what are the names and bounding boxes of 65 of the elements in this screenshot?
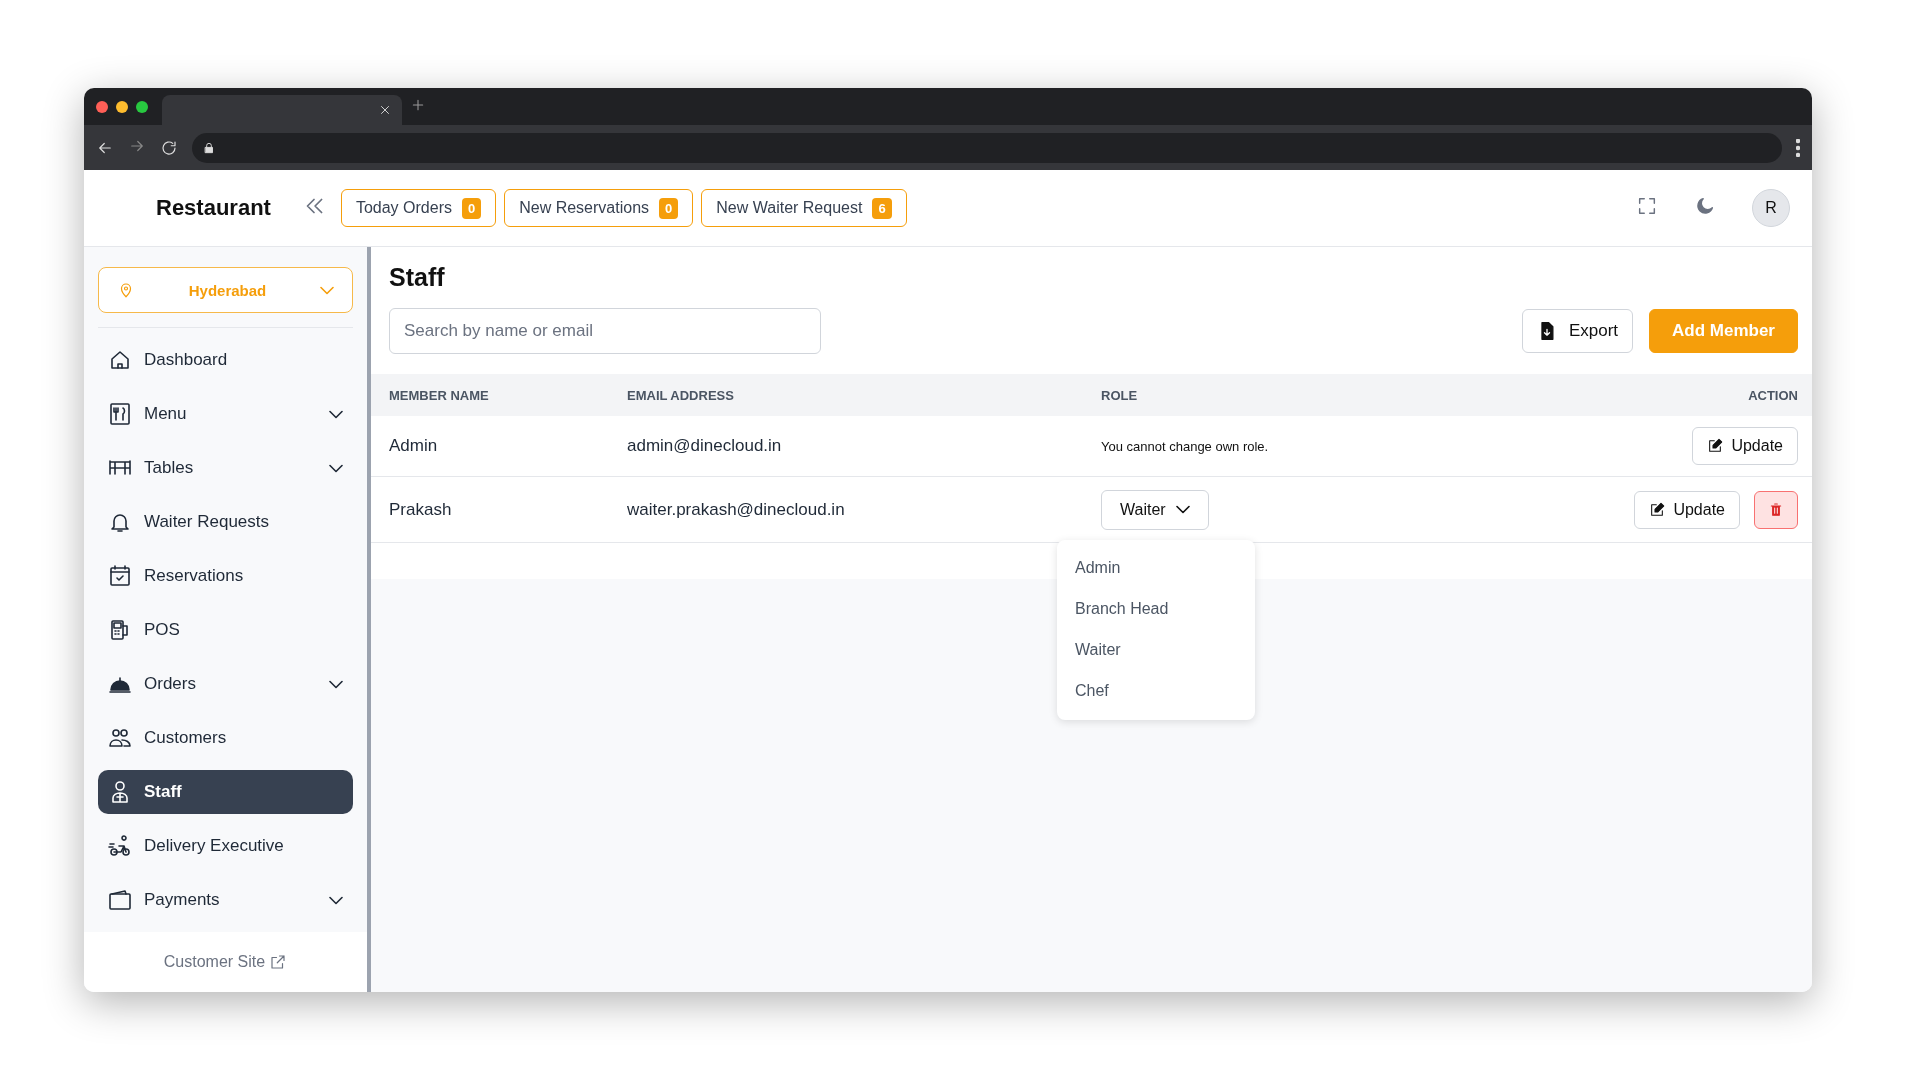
delete-button[interactable] bbox=[1754, 490, 1798, 529]
count-badge: 0 bbox=[659, 197, 679, 219]
moon-icon bbox=[1694, 195, 1716, 217]
count-badge: 0 bbox=[461, 197, 482, 219]
role-option[interactable]: Chef bbox=[1057, 670, 1255, 712]
update-button[interactable]: Update bbox=[1634, 490, 1740, 529]
search-field[interactable]: Search by name or email bbox=[389, 308, 821, 354]
sidebar-item[interactable]: Staff bbox=[98, 770, 353, 814]
edit-icon bbox=[1649, 501, 1666, 518]
calendar-icon bbox=[108, 564, 132, 588]
sidebar-item[interactable]: Tables bbox=[98, 446, 353, 490]
table-cell: Prakash bbox=[389, 499, 452, 519]
role-dropdown[interactable]: Waiter bbox=[1101, 489, 1209, 530]
role-note: You cannot change own role. bbox=[1101, 439, 1269, 454]
external-link-icon bbox=[269, 953, 288, 971]
app-title: Restaurant bbox=[156, 195, 271, 221]
notification-button[interactable]: New Reservations 0 bbox=[504, 189, 694, 227]
role-option[interactable]: Admin bbox=[1057, 547, 1255, 589]
column-header: MEMBER NAME bbox=[389, 387, 489, 403]
maximize-window-dot[interactable] bbox=[136, 100, 148, 113]
scooter-rider-icon bbox=[108, 834, 132, 858]
sidebar-item[interactable]: Orders bbox=[98, 662, 353, 706]
sidebar-item[interactable]: Customers bbox=[98, 716, 353, 760]
count-badge: 6 bbox=[872, 197, 892, 219]
people-icon bbox=[108, 726, 132, 750]
export-button[interactable]: Export bbox=[1521, 309, 1634, 353]
wallet-icon bbox=[108, 888, 132, 912]
notification-button[interactable]: Today Orders 0 bbox=[340, 189, 497, 227]
role-option[interactable]: Branch Head bbox=[1057, 588, 1255, 630]
home-icon bbox=[108, 348, 132, 372]
lock-icon bbox=[202, 140, 216, 155]
table-cell: waiter.prakash@dinecloud.in bbox=[627, 499, 845, 519]
page-title: Staff bbox=[389, 263, 446, 292]
chevron-down-icon bbox=[320, 285, 334, 295]
role-option[interactable]: Waiter bbox=[1057, 629, 1255, 671]
chevron-down-icon bbox=[329, 463, 343, 473]
sidebar-item[interactable]: Waiter Requests bbox=[98, 500, 353, 544]
sidebar-item[interactable]: Menu bbox=[98, 392, 353, 436]
table-cell: admin@dinecloud.in bbox=[627, 436, 782, 455]
customer-site-link[interactable]: Customer Site bbox=[163, 953, 288, 971]
close-window-dot[interactable] bbox=[96, 100, 108, 113]
column-header: ROLE bbox=[1101, 387, 1138, 403]
sidebar-item[interactable]: Reservations bbox=[98, 554, 353, 598]
trash-icon bbox=[1768, 501, 1784, 518]
user-avatar[interactable]: R bbox=[1752, 189, 1790, 227]
more-icon bbox=[1796, 138, 1800, 157]
edit-icon bbox=[1707, 438, 1724, 454]
minimize-window-dot[interactable] bbox=[116, 100, 128, 113]
sidebar-item[interactable]: Payments bbox=[98, 878, 353, 922]
fork-knife-icon bbox=[108, 402, 132, 426]
update-button[interactable]: Update bbox=[1692, 427, 1798, 465]
close-icon bbox=[378, 103, 392, 117]
chevron-down-icon bbox=[1175, 505, 1190, 514]
sidebar-item[interactable]: POS bbox=[98, 608, 353, 652]
chevron-down-icon bbox=[329, 679, 343, 689]
table-cell: Admin bbox=[389, 436, 438, 455]
notification-button[interactable]: New Waiter Request 6 bbox=[701, 189, 907, 227]
chevron-down-icon bbox=[329, 409, 343, 419]
reload-icon bbox=[160, 138, 178, 157]
column-header: ACTION bbox=[1748, 387, 1798, 403]
column-header: EMAIL ADDRESS bbox=[627, 387, 734, 403]
fullscreen-icon bbox=[1636, 195, 1658, 217]
sidebar-item[interactable]: Delivery Executive bbox=[98, 824, 353, 868]
chevron-down-icon bbox=[329, 895, 343, 905]
sidebar-item[interactable]: Dashboard bbox=[98, 338, 353, 382]
